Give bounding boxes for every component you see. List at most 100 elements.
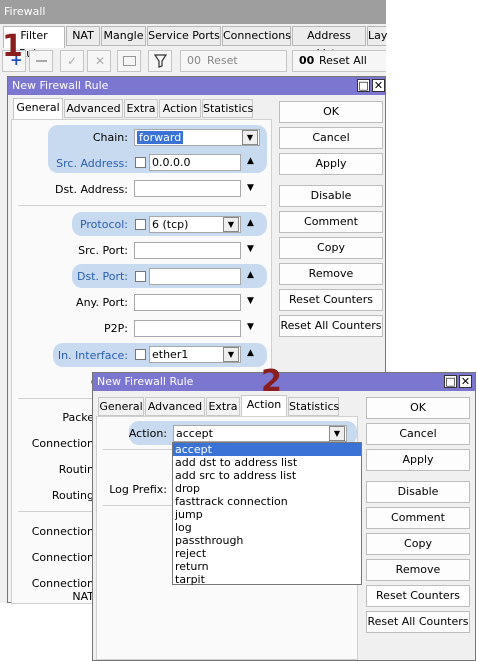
cancel-button[interactable]: Cancel: [366, 423, 470, 445]
tab-advanced[interactable]: Advanced: [64, 99, 123, 118]
protocol-negate-checkbox[interactable]: [135, 219, 146, 230]
expand-icon[interactable]: ▼: [247, 322, 254, 332]
collapse-icon[interactable]: ▲: [247, 218, 254, 228]
action-dialog-title: New Firewall Rule: [97, 375, 194, 388]
option-add-src-to-address-list[interactable]: add src to address list: [173, 469, 361, 482]
tab-action[interactable]: Action: [159, 99, 201, 118]
routing-mark-label: Routin: [58, 463, 94, 476]
dst-address-input[interactable]: [134, 180, 241, 197]
reset-counters-button[interactable]: 00 Reset Counters: [180, 50, 287, 87]
src-address-negate-checkbox[interactable]: [135, 157, 146, 168]
connection-mark-label: Connection: [31, 437, 94, 450]
comment-button[interactable]: Comment: [279, 211, 383, 233]
p2p-select[interactable]: [134, 320, 241, 337]
collapse-icon[interactable]: ▲: [247, 348, 254, 358]
disable-button[interactable]: Disable: [366, 481, 470, 503]
collapse-icon[interactable]: ▲: [247, 270, 254, 280]
remove-button[interactable]: Remove: [366, 559, 470, 581]
reset-counters-button[interactable]: Reset Counters: [366, 585, 470, 607]
cross-icon: ✕: [95, 54, 106, 68]
chain-select[interactable]: forward ▼: [134, 129, 260, 146]
option-jump[interactable]: jump: [173, 508, 361, 521]
maximize-icon[interactable]: □: [357, 79, 370, 92]
tab-layer7[interactable]: Lay: [367, 26, 387, 46]
dropdown-icon[interactable]: ▼: [242, 130, 258, 145]
note-icon: [123, 56, 136, 66]
apply-button[interactable]: Apply: [366, 449, 470, 471]
connection-nat-state-label: Connection NAT: [31, 577, 94, 603]
reset-all-counters-button[interactable]: 00 Reset All Coun: [292, 50, 386, 87]
enable-button[interactable]: ✓: [60, 50, 84, 72]
tab-service-ports[interactable]: Service Ports: [147, 26, 221, 46]
expand-icon[interactable]: ▼: [247, 244, 254, 254]
option-passthrough[interactable]: passthrough: [173, 534, 361, 547]
p2p-label: P2P:: [104, 322, 128, 335]
ok-button[interactable]: OK: [279, 101, 383, 123]
expand-icon[interactable]: ▼: [247, 183, 254, 193]
dropdown-icon[interactable]: ▼: [329, 426, 345, 441]
tab-extra[interactable]: Extra: [206, 397, 240, 416]
remove-button[interactable]: [29, 50, 53, 72]
dropdown-icon[interactable]: ▼: [223, 217, 239, 232]
dst-port-negate-checkbox[interactable]: [135, 271, 146, 282]
protocol-select[interactable]: 6 (tcp) ▼: [149, 216, 241, 233]
option-log[interactable]: log: [173, 521, 361, 534]
in-interface-negate-checkbox[interactable]: [135, 349, 146, 360]
action-select[interactable]: accept ▼: [173, 425, 347, 442]
reset-all-counters-button[interactable]: Reset All Counters: [366, 611, 470, 633]
any-port-label: Any. Port:: [76, 296, 128, 309]
apply-button[interactable]: Apply: [279, 153, 383, 175]
remove-button[interactable]: Remove: [279, 263, 383, 285]
tab-address-lists[interactable]: Address Lists: [292, 26, 366, 60]
close-icon[interactable]: ✕: [372, 79, 385, 92]
ok-button[interactable]: OK: [366, 397, 470, 419]
tab-extra[interactable]: Extra: [124, 99, 158, 118]
dst-port-input[interactable]: [149, 268, 241, 285]
action-dialog-title-bar: New Firewall Rule □ ✕: [93, 373, 475, 391]
action-dropdown-list[interactable]: accept add dst to address list add src t…: [172, 442, 362, 586]
copy-button[interactable]: Copy: [366, 533, 470, 555]
separator: [18, 511, 98, 512]
tab-nat[interactable]: NAT: [66, 26, 100, 46]
disable-button[interactable]: ✕: [87, 50, 111, 72]
connection-state-label: Connection: [31, 551, 94, 564]
tab-statistics[interactable]: Statistics: [202, 99, 253, 118]
comment-button[interactable]: Comment: [366, 507, 470, 529]
copy-button[interactable]: Copy: [279, 237, 383, 259]
option-return[interactable]: return: [173, 560, 361, 573]
option-drop[interactable]: drop: [173, 482, 361, 495]
cancel-button[interactable]: Cancel: [279, 127, 383, 149]
separator: [103, 505, 173, 506]
separator: [103, 449, 173, 450]
tab-connections[interactable]: Connections: [222, 26, 291, 46]
close-icon[interactable]: ✕: [459, 375, 472, 388]
tab-general[interactable]: General: [98, 397, 144, 416]
expand-icon[interactable]: ▼: [247, 296, 254, 306]
option-add-dst-to-address-list[interactable]: add dst to address list: [173, 456, 361, 469]
tab-mangle[interactable]: Mangle: [101, 26, 146, 46]
routing-table-label: Routing: [51, 489, 94, 502]
option-reject[interactable]: reject: [173, 547, 361, 560]
chain-label: Chain:: [92, 131, 128, 144]
dropdown-icon[interactable]: ▼: [223, 347, 239, 362]
firewall-title: Firewall: [4, 5, 46, 18]
src-address-input[interactable]: 0.0.0.0: [149, 154, 241, 171]
reset-counters-button[interactable]: Reset Counters: [279, 289, 383, 311]
reset-all-counters-button[interactable]: Reset All Counters: [279, 315, 383, 337]
in-interface-select[interactable]: ether1 ▼: [149, 346, 241, 363]
filter-button[interactable]: [148, 50, 172, 72]
option-accept[interactable]: accept: [173, 443, 361, 456]
option-fasttrack-connection[interactable]: fasttrack connection: [173, 495, 361, 508]
disable-button[interactable]: Disable: [279, 185, 383, 207]
tab-statistics[interactable]: Statistics: [288, 397, 339, 416]
tab-general[interactable]: General: [13, 98, 63, 119]
action-label: Action:: [128, 427, 167, 440]
tab-advanced[interactable]: Advanced: [145, 397, 205, 416]
collapse-icon[interactable]: ▲: [247, 156, 254, 166]
option-tarpit[interactable]: tarpit: [173, 573, 361, 586]
comment-button[interactable]: [117, 50, 141, 72]
src-port-input[interactable]: [134, 242, 241, 259]
any-port-input[interactable]: [134, 294, 241, 311]
in-interface-label: In. Interface:: [57, 349, 128, 362]
maximize-icon[interactable]: □: [444, 375, 457, 388]
